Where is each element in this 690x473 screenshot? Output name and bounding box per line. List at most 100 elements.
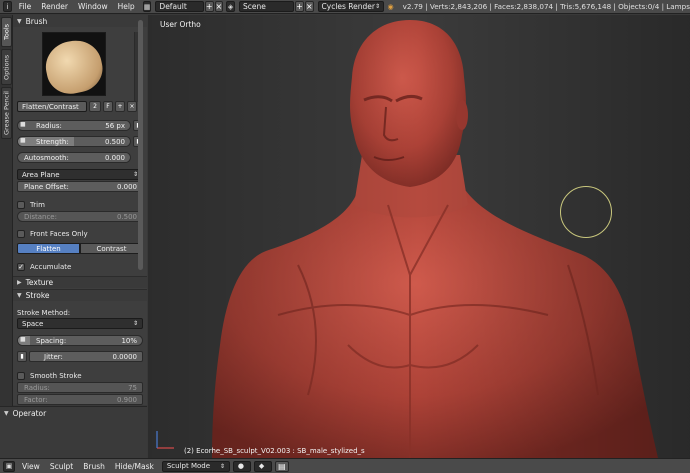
screen-layout-icon[interactable]: ▦: [142, 1, 152, 12]
pivot-point-dropdown[interactable]: ◆: [253, 460, 272, 472]
trim-row: Trim: [17, 199, 143, 210]
sculpt-figure: [148, 15, 690, 458]
accumulate-row: ✓ Accumulate: [17, 261, 143, 272]
render-engine-dropdown[interactable]: Cycles Render ⇕: [317, 1, 384, 12]
brush-preview[interactable]: [42, 32, 106, 96]
autosmooth-value: 0.000: [104, 153, 125, 162]
contrast-button[interactable]: Contrast: [80, 243, 143, 254]
strength-row: ■ Strength: 0.500 ▮: [17, 136, 143, 147]
radius-label: Radius:: [36, 121, 62, 130]
trim-checkbox[interactable]: Trim: [17, 200, 45, 209]
panel-scrollbar[interactable]: [138, 20, 143, 270]
autosmooth-row: Autosmooth: 0.000: [17, 152, 143, 163]
spacing-slider[interactable]: Spacing: 10%: [17, 335, 143, 346]
menu-help[interactable]: Help: [113, 2, 140, 11]
smooth-stroke-checkbox[interactable]: Smooth Stroke: [17, 371, 82, 380]
figure-shading: [148, 15, 690, 458]
3d-viewport[interactable]: User Ortho (2) Ecorhe_SB_sculpt_V02.003 …: [148, 15, 690, 458]
viewport-shading-dropdown[interactable]: ●: [232, 460, 251, 472]
brush-panel-title: Brush: [25, 16, 48, 26]
plane-mode-value: Area Plane: [22, 170, 60, 179]
stroke-method-label-row: Stroke Method:: [17, 307, 143, 318]
plane-mode-row: Area Plane ⇕: [17, 169, 143, 180]
front-faces-label: Front Faces Only: [30, 229, 88, 238]
remove-brush-icon[interactable]: ×: [127, 101, 137, 112]
texture-panel-header[interactable]: ▶ Texture: [13, 276, 147, 288]
object-label: (2) Ecorhe_SB_sculpt_V02.003 : SB_male_s…: [184, 447, 365, 455]
scene-statistics: v2.79 | Verts:2,843,206 | Faces:2,838,07…: [402, 2, 690, 11]
screen-layout-field[interactable]: Default: [155, 1, 204, 12]
plane-mode-dropdown[interactable]: Area Plane ⇕: [17, 169, 143, 180]
menu-file[interactable]: File: [14, 2, 37, 11]
texture-panel-title: Texture: [25, 278, 54, 287]
tab-tools[interactable]: Tools: [1, 17, 12, 47]
menu-render[interactable]: Render: [36, 2, 73, 11]
scene-icon[interactable]: ◈: [226, 1, 235, 12]
menu-hide-mask[interactable]: Hide/Mask: [110, 462, 159, 471]
plane-offset-field[interactable]: Plane Offset: 0.000: [17, 181, 143, 192]
strength-lock-icon[interactable]: ■: [20, 137, 28, 145]
stroke-method-label: Stroke Method:: [17, 308, 71, 317]
fake-user-button[interactable]: F: [103, 101, 113, 112]
scene-name: Scene: [242, 2, 266, 11]
operator-panel-header[interactable]: ▼ Operator: [0, 407, 147, 419]
tab-grease-pencil[interactable]: Grease Pencil: [1, 87, 12, 139]
jitter-pressure-icon[interactable]: ▮: [17, 351, 27, 362]
pressure-lock-icon[interactable]: ■: [20, 121, 28, 129]
trim-distance-value: 0.500: [116, 212, 137, 221]
brush-name-field[interactable]: Flatten/Contrast: [17, 101, 87, 112]
tab-grease-pencil-label: Grease Pencil: [2, 91, 11, 135]
dropdown-arrows-icon: ⇕: [375, 3, 381, 10]
stroke-panel-header[interactable]: ▼ Stroke: [13, 289, 147, 301]
radius-field[interactable]: Radius: 56 px: [17, 120, 131, 131]
smooth-stroke-row: Smooth Stroke: [17, 370, 143, 381]
add-screen-icon[interactable]: +: [204, 1, 214, 12]
jitter-field[interactable]: Jitter: 0.0000: [29, 351, 143, 362]
tab-options-label: Options: [2, 54, 11, 80]
stroke-method-value: Space: [22, 319, 44, 328]
flatten-button[interactable]: Flatten: [17, 243, 80, 254]
brush-panel-header[interactable]: ▼ Brush: [13, 15, 147, 27]
editor-type-icon[interactable]: ▣: [3, 460, 15, 472]
tab-options[interactable]: Options: [1, 49, 12, 85]
smooth-radius-row: Radius: 75: [17, 382, 143, 393]
smooth-radius-field[interactable]: Radius: 75: [17, 382, 143, 393]
autosmooth-label: Autosmooth:: [24, 153, 69, 162]
add-scene-icon[interactable]: +: [295, 1, 304, 12]
checkbox-icon: [17, 229, 25, 238]
trim-distance-field[interactable]: Distance: 0.500: [17, 211, 143, 222]
stroke-method-dropdown[interactable]: Space ⇕: [17, 318, 143, 329]
brush-selector-row: Flatten/Contrast 2 F + ×: [17, 101, 143, 112]
mode-dropdown[interactable]: Sculpt Mode ⇕: [161, 460, 230, 472]
layer-icon[interactable]: ▤: [274, 460, 289, 472]
smooth-factor-field[interactable]: Factor: 0.900: [17, 394, 143, 405]
add-brush-icon[interactable]: +: [115, 101, 125, 112]
scene-field[interactable]: Scene: [238, 1, 295, 12]
strength-slider[interactable]: Strength: 0.500: [17, 136, 131, 147]
smooth-factor-value: 0.900: [116, 395, 137, 404]
spacing-value: 10%: [121, 336, 137, 345]
view-label: User Ortho: [160, 20, 201, 29]
menu-sculpt[interactable]: Sculpt: [45, 462, 78, 471]
front-faces-checkbox[interactable]: Front Faces Only: [17, 229, 88, 238]
axis-gizmo-icon: [156, 431, 174, 449]
collapse-triangle-icon: ▼: [17, 292, 22, 299]
info-editor-icon[interactable]: i: [3, 1, 12, 12]
remove-scene-icon[interactable]: ×: [304, 1, 314, 12]
smooth-radius-label: Radius:: [24, 383, 50, 392]
menu-window[interactable]: Window: [73, 2, 113, 11]
autosmooth-slider[interactable]: Autosmooth: 0.000: [17, 152, 131, 163]
spacing-lock-icon[interactable]: ■: [20, 336, 28, 344]
menu-brush[interactable]: Brush: [78, 462, 110, 471]
remove-screen-icon[interactable]: ×: [214, 1, 224, 12]
radius-value: 56 px: [105, 121, 125, 130]
brush-name: Flatten/Contrast: [22, 102, 79, 111]
direction-row: Flatten Contrast: [17, 243, 143, 254]
menu-view[interactable]: View: [17, 462, 45, 471]
accumulate-checkbox[interactable]: ✓ Accumulate: [17, 262, 71, 271]
checkmark-icon: ✓: [17, 262, 25, 271]
fake-user-label: F: [106, 103, 110, 110]
smooth-factor-label: Factor:: [24, 395, 48, 404]
smooth-radius-value: 75: [128, 383, 137, 392]
operator-panel: ▼ Operator: [0, 406, 147, 458]
